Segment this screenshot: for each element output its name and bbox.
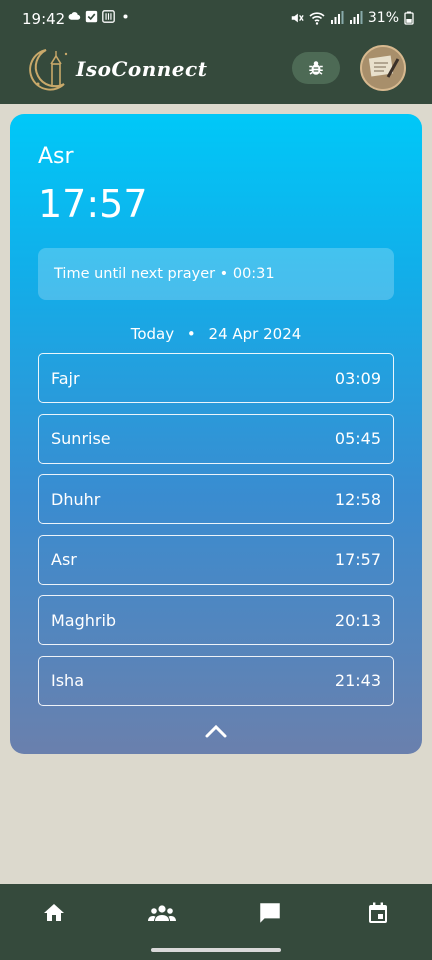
battery-text: 31% [367, 10, 399, 26]
status-bar: 19:42 31% [0, 0, 432, 38]
prayer-row-time: 21:43 [334, 671, 381, 690]
prayer-row-isha[interactable]: Isha 21:43 [38, 655, 394, 706]
app-logo[interactable]: IsoConnect [24, 44, 207, 94]
signal-icon-2 [349, 11, 363, 24]
bug-report-button[interactable] [292, 52, 340, 84]
app-name: IsoConnect [76, 57, 208, 81]
date-day: Today [130, 325, 175, 343]
prayer-row-name: Asr [51, 550, 77, 569]
chevron-up-icon[interactable] [203, 722, 229, 740]
current-prayer-time: 17:57 [38, 182, 148, 226]
notification-icons [68, 10, 132, 23]
prayer-row-time: 03:09 [334, 368, 381, 388]
prayer-row-name: Fajr [51, 368, 80, 388]
prayer-row-name: Isha [51, 671, 84, 690]
cloud-icon [68, 12, 81, 20]
prayer-row-name: Dhuhr [51, 489, 101, 509]
nav-calendar[interactable] [358, 898, 398, 928]
prayer-list: Fajr 03:09 Sunrise 05:45 Dhuhr 12:58 Asr… [38, 353, 394, 716]
dot-icon [123, 14, 128, 19]
nav-home[interactable] [34, 898, 74, 928]
nav-messages[interactable] [250, 898, 290, 928]
home-indicator[interactable] [151, 948, 281, 952]
home-icon [44, 904, 64, 921]
check-box-icon [85, 10, 98, 23]
bug-icon [309, 61, 323, 75]
wifi-icon [309, 12, 325, 25]
app-notification-icon [102, 10, 115, 23]
prayer-row-time: 05:45 [334, 429, 381, 448]
avatar[interactable] [360, 45, 406, 91]
status-right: 31% [290, 10, 414, 26]
prayer-row-time: 17:57 [334, 550, 381, 569]
date-separator: • [186, 325, 196, 343]
prayer-row-sunrise[interactable]: Sunrise 05:45 [38, 413, 394, 464]
prayer-row-name: Sunrise [51, 429, 111, 448]
nav-community[interactable] [142, 898, 182, 928]
status-time: 19:42 [22, 10, 66, 28]
battery-icon [404, 11, 414, 25]
prayer-row-fajr[interactable]: Fajr 03:09 [38, 353, 394, 403]
current-prayer-name: Asr [38, 144, 74, 169]
mosque-logo-icon [29, 49, 68, 91]
next-prayer-countdown: Time until next prayer • 00:31 [38, 248, 394, 300]
date-row: Today • 24 Apr 2024 [10, 325, 422, 343]
app-header: IsoConnect [0, 38, 432, 104]
people-icon [148, 905, 176, 921]
chat-icon [260, 903, 280, 923]
prayer-row-time: 12:58 [334, 489, 381, 509]
prayer-times-card: Asr 17:57 Time until next prayer • 00:31… [10, 114, 422, 754]
prayer-row-dhuhr[interactable]: Dhuhr 12:58 [38, 474, 394, 524]
prayer-row-asr[interactable]: Asr 17:57 [38, 534, 394, 585]
profile-image [362, 47, 404, 89]
signal-icon [330, 11, 344, 24]
prayer-row-maghrib[interactable]: Maghrib 20:13 [38, 595, 394, 645]
prayer-row-time: 20:13 [334, 610, 381, 630]
prayer-row-name: Maghrib [51, 610, 117, 630]
date-value: 24 Apr 2024 [208, 325, 302, 343]
calendar-icon [369, 902, 387, 923]
mute-icon [291, 13, 304, 23]
